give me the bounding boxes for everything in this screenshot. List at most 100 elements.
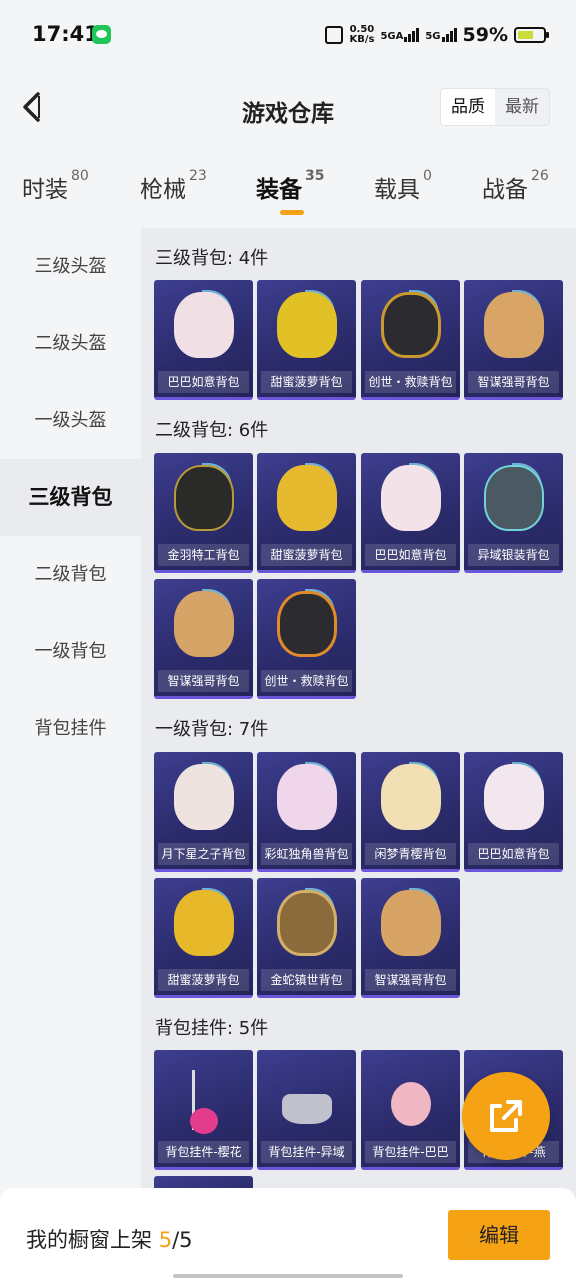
bottom-bar: 我的橱窗上架 5/5 编辑 xyxy=(0,1188,576,1280)
item-name: 巴巴如意背包 xyxy=(468,843,559,865)
item-name: 创世・救赎背包 xyxy=(261,670,352,692)
item-name: 智谋强哥背包 xyxy=(158,670,249,692)
item-card[interactable]: 甜蜜菠萝背包 xyxy=(257,280,356,400)
battery-icon xyxy=(514,27,549,43)
tab-fashion[interactable]: 时装80 xyxy=(22,168,89,204)
item-card[interactable]: 异域银装背包 xyxy=(464,453,563,573)
home-indicator[interactable] xyxy=(173,1274,403,1278)
sidebar-item-lv3-backpack[interactable]: 三级背包 xyxy=(0,459,141,536)
item-card[interactable]: 月下星之子背包 xyxy=(154,752,253,872)
tab-label: 装备 xyxy=(256,177,302,203)
backpack-image xyxy=(381,764,441,830)
tab-battle-gear[interactable]: 战备26 xyxy=(482,168,549,204)
item-card[interactable]: 巴巴如意背包 xyxy=(361,453,460,573)
sidebar-item-lv1-helmet[interactable]: 一级头盔 xyxy=(0,382,141,459)
tab-equipment[interactable]: 装备35 xyxy=(256,168,325,215)
item-card[interactable]: 巴巴如意背包 xyxy=(154,280,253,400)
section-title: 二级背包: 6件 xyxy=(155,420,269,441)
item-card[interactable]: 背包挂件-异域 xyxy=(257,1050,356,1170)
backpack-image xyxy=(277,890,337,956)
backpack-image xyxy=(174,292,234,358)
item-name: 巴巴如意背包 xyxy=(365,544,456,566)
pendant-image xyxy=(282,1094,332,1124)
backpack-image xyxy=(277,591,337,657)
signal-icon: 5GA xyxy=(380,28,420,42)
sort-latest-button[interactable]: 最新 xyxy=(495,89,549,125)
sort-quality-button[interactable]: 品质 xyxy=(441,89,495,125)
backpack-image xyxy=(174,591,234,657)
backpack-image xyxy=(381,890,441,956)
backpack-image xyxy=(277,764,337,830)
tab-label: 战备 xyxy=(482,177,528,203)
item-card[interactable]: 金蛇镇世背包 xyxy=(257,878,356,998)
item-name: 金羽特工背包 xyxy=(158,544,249,566)
item-name: 甜蜜菠萝背包 xyxy=(261,371,352,393)
tab-guns[interactable]: 枪械23 xyxy=(140,168,207,204)
tab-count: 23 xyxy=(189,168,207,184)
showcase-label: 我的橱窗上架 xyxy=(26,1228,152,1252)
item-card[interactable]: 创世・救赎背包 xyxy=(257,579,356,699)
backpack-image xyxy=(484,465,544,531)
status-right: 0.50 KB/s 5GA 5G 59% xyxy=(325,24,549,46)
item-name: 甜蜜菠萝背包 xyxy=(158,969,249,991)
backpack-image xyxy=(174,764,234,830)
sidebar-item-pendant[interactable]: 背包挂件 xyxy=(0,690,141,767)
edit-button[interactable]: 编辑 xyxy=(448,1210,550,1260)
network-type-2: 5G xyxy=(425,31,441,42)
battery-percent: 59% xyxy=(462,24,508,46)
tab-label: 时装 xyxy=(22,177,68,203)
backpack-image xyxy=(277,292,337,358)
item-card[interactable]: 巴巴如意背包 xyxy=(464,752,563,872)
network-type-1: 5GA xyxy=(380,31,404,42)
network-speed: 0.50 KB/s xyxy=(349,25,374,45)
sidebar-item-lv3-helmet[interactable]: 三级头盔 xyxy=(0,228,141,305)
item-name: 彩虹独角兽背包 xyxy=(261,843,352,865)
tab-count: 0 xyxy=(423,168,432,184)
tab-count: 26 xyxy=(531,168,549,184)
backpack-image xyxy=(381,465,441,531)
backpack-image xyxy=(484,764,544,830)
item-card[interactable]: 背包挂件-巴巴 xyxy=(361,1050,460,1170)
sidebar-item-lv1-backpack[interactable]: 一级背包 xyxy=(0,613,141,690)
vibrate-icon xyxy=(325,26,344,44)
item-name: 智谋强哥背包 xyxy=(365,969,456,991)
item-name: 月下星之子背包 xyxy=(158,843,249,865)
item-card[interactable]: 背包挂件-樱花 xyxy=(154,1050,253,1170)
backpack-image xyxy=(381,292,441,358)
item-card[interactable]: 智谋强哥背包 xyxy=(154,579,253,699)
backpack-image xyxy=(484,292,544,358)
item-name: 闲梦青樱背包 xyxy=(365,843,456,865)
item-name: 创世・救赎背包 xyxy=(365,371,456,393)
item-card[interactable]: 闲梦青樱背包 xyxy=(361,752,460,872)
wechat-icon xyxy=(92,25,111,44)
item-card[interactable]: 智谋强哥背包 xyxy=(464,280,563,400)
tab-vehicles[interactable]: 载具0 xyxy=(374,168,432,204)
tab-label: 载具 xyxy=(374,177,420,203)
backpack-image xyxy=(174,465,234,531)
pendant-image xyxy=(190,1108,218,1134)
sort-toggle: 品质 最新 xyxy=(440,88,550,126)
signal-icon-2: 5G xyxy=(425,28,457,42)
item-card[interactable]: 甜蜜菠萝背包 xyxy=(154,878,253,998)
share-button[interactable] xyxy=(462,1072,550,1160)
backpack-image xyxy=(174,890,234,956)
item-card[interactable]: 智谋强哥背包 xyxy=(361,878,460,998)
sidebar-item-lv2-helmet[interactable]: 二级头盔 xyxy=(0,305,141,382)
item-card[interactable]: 彩虹独角兽背包 xyxy=(257,752,356,872)
section-title: 背包挂件: 5件 xyxy=(155,1018,269,1039)
tab-count: 80 xyxy=(71,168,89,184)
item-card[interactable]: 创世・救赎背包 xyxy=(361,280,460,400)
section-title: 一级背包: 7件 xyxy=(155,719,269,740)
speed-unit: KB/s xyxy=(349,34,375,45)
item-card[interactable]: 金羽特工背包 xyxy=(154,453,253,573)
item-name: 背包挂件-樱花 xyxy=(158,1141,249,1163)
status-bar: 17:41 0.50 KB/s 5GA 5G 59% xyxy=(0,0,576,62)
backpack-image xyxy=(277,465,337,531)
item-name: 智谋强哥背包 xyxy=(468,371,559,393)
status-time: 17:41 xyxy=(32,22,99,46)
item-card[interactable]: 甜蜜菠萝背包 xyxy=(257,453,356,573)
section-title: 三级背包: 4件 xyxy=(155,248,269,269)
sidebar-item-lv2-backpack[interactable]: 二级背包 xyxy=(0,536,141,613)
tab-count: 35 xyxy=(305,168,325,184)
item-name: 背包挂件-异域 xyxy=(261,1141,352,1163)
